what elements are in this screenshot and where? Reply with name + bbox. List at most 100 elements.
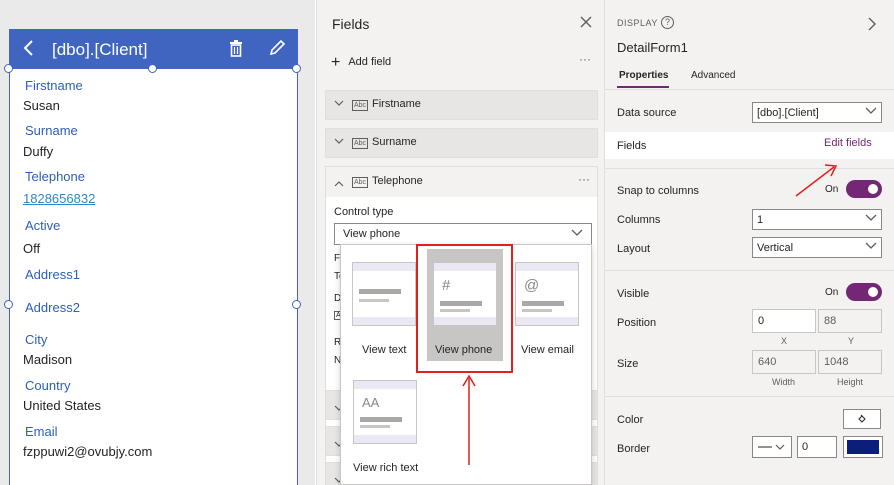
field-label-firstname: Firstname <box>25 78 83 93</box>
resize-handle[interactable] <box>4 64 13 73</box>
paint-bucket-icon[interactable] <box>843 409 881 429</box>
field-row-telephone[interactable]: Abc Telephone ··· <box>326 167 597 197</box>
divider <box>605 396 894 397</box>
field-row-surname[interactable]: Abc Surname <box>325 128 598 158</box>
chevron-down-icon <box>865 239 877 254</box>
field-value-telephone[interactable]: 1828656832 <box>23 191 95 206</box>
fields-panel-title: Fields <box>332 16 370 32</box>
more-options-icon[interactable]: ··· <box>579 52 591 66</box>
resize-handle[interactable] <box>4 300 13 309</box>
canvas: [dbo].[Client] Firstname Susan Surname D… <box>0 0 315 485</box>
field-label-country: Country <box>25 378 71 393</box>
width-input[interactable]: 640 <box>752 350 816 374</box>
properties-panel: DISPLAY ? DetailForm1 Properties Advance… <box>605 0 894 485</box>
position-x-input[interactable]: 0 <box>752 309 816 333</box>
border-style-dropdown[interactable] <box>752 436 792 458</box>
position-y-input[interactable]: 88 <box>818 309 882 333</box>
width-label: Width <box>772 377 796 387</box>
x-label: X <box>781 336 788 346</box>
chevron-down-icon[interactable] <box>334 98 344 111</box>
field-label-active: Active <box>25 218 61 233</box>
trash-icon[interactable] <box>229 39 243 62</box>
color-label: Color <box>617 414 644 426</box>
pencil-icon[interactable] <box>268 39 286 62</box>
section-header: DISPLAY <box>617 18 658 28</box>
field-value-surname: Duffy <box>23 144 54 159</box>
close-icon[interactable] <box>579 13 593 34</box>
data-source-dropdown[interactable]: [dbo].[Client] <box>752 102 882 123</box>
height-input[interactable]: 1048 <box>818 350 882 374</box>
option-label: View email <box>521 344 574 356</box>
tab-advanced[interactable]: Advanced <box>691 70 735 81</box>
control-name[interactable]: DetailForm1 <box>617 40 688 55</box>
layout-dropdown[interactable]: Vertical <box>752 237 882 258</box>
visible-label: Visible <box>617 288 650 300</box>
more-options-icon[interactable]: ··· <box>578 172 590 186</box>
form-title: [dbo].[Client] <box>52 40 148 59</box>
field-value-email: fzppuwi2@ovubjy.com <box>23 444 153 459</box>
border-color-picker[interactable] <box>843 436 883 458</box>
add-field-label: Add field <box>348 56 392 68</box>
field-value-firstname: Susan <box>23 98 60 113</box>
field-label-email: Email <box>25 424 58 439</box>
annotation-highlight-box <box>416 244 513 373</box>
text-card-icon <box>352 262 416 326</box>
tab-properties[interactable]: Properties <box>619 70 668 81</box>
field-value-city: Madison <box>23 352 73 367</box>
data-source-value: [dbo].[Client] <box>757 107 819 119</box>
tab-underline <box>617 86 669 88</box>
height-label: Height <box>837 377 864 387</box>
control-type-label: Control type <box>334 206 394 218</box>
snap-to-columns-label: Snap to columns <box>617 185 699 197</box>
field-row-label: Telephone <box>372 175 423 187</box>
plus-icon: + <box>331 54 341 71</box>
field-value-active: Off <box>23 241 41 256</box>
layout-label: Layout <box>617 243 651 255</box>
chevron-right-icon[interactable] <box>867 16 877 37</box>
app-window: [dbo].[Client] Firstname Susan Surname D… <box>0 0 894 485</box>
size-label: Size <box>617 358 639 370</box>
text-type-icon: Abc <box>352 138 369 149</box>
columns-value: 1 <box>757 214 764 226</box>
border-width-input[interactable]: 0 <box>797 436 837 458</box>
columns-dropdown[interactable]: 1 <box>752 209 882 230</box>
data-source-label: Data source <box>617 107 677 119</box>
add-field-button[interactable]: + Add field <box>331 54 391 72</box>
snap-to-columns-toggle[interactable] <box>846 180 882 198</box>
field-row-label: Firstname <box>372 98 421 110</box>
divider <box>605 270 894 271</box>
field-value-country: United States <box>23 398 102 413</box>
layout-value: Vertical <box>757 242 794 254</box>
y-label: Y <box>848 336 855 346</box>
divider <box>605 89 894 90</box>
detail-form-preview[interactable]: [dbo].[Client] Firstname Susan Surname D… <box>9 29 298 485</box>
resize-handle[interactable] <box>148 64 157 73</box>
chevron-left-icon[interactable] <box>22 39 36 62</box>
columns-label: Columns <box>617 214 661 226</box>
field-label-address2: Address2 <box>25 300 80 315</box>
field-row-label: Surname <box>372 136 417 148</box>
text-type-icon: Abc <box>352 177 369 188</box>
field-label-address1: Address1 <box>25 267 80 282</box>
chevron-up-icon[interactable] <box>334 176 344 194</box>
edit-fields-link[interactable]: Edit fields <box>824 137 872 149</box>
field-label-city: City <box>25 332 48 347</box>
line-style-icon <box>757 440 787 457</box>
visible-toggle[interactable] <box>846 283 882 301</box>
at-icon: @ <box>515 262 579 326</box>
chevron-down-icon <box>571 226 583 241</box>
option-label: View rich text <box>353 462 419 474</box>
border-color-swatch <box>847 440 879 454</box>
resize-handle[interactable] <box>292 300 301 309</box>
snap-state: On <box>825 184 839 195</box>
divider <box>605 168 894 169</box>
text-type-icon: Abc <box>352 100 369 111</box>
chevron-down-icon <box>865 211 877 226</box>
chevron-down-icon[interactable] <box>334 136 344 149</box>
resize-handle[interactable] <box>292 64 301 73</box>
field-label-surname: Surname <box>25 123 78 138</box>
control-type-dropdown[interactable]: View phone <box>334 223 592 245</box>
control-type-value: View phone <box>343 228 401 240</box>
help-icon[interactable]: ? <box>661 16 674 29</box>
field-row-firstname[interactable]: Abc Firstname <box>325 90 598 120</box>
